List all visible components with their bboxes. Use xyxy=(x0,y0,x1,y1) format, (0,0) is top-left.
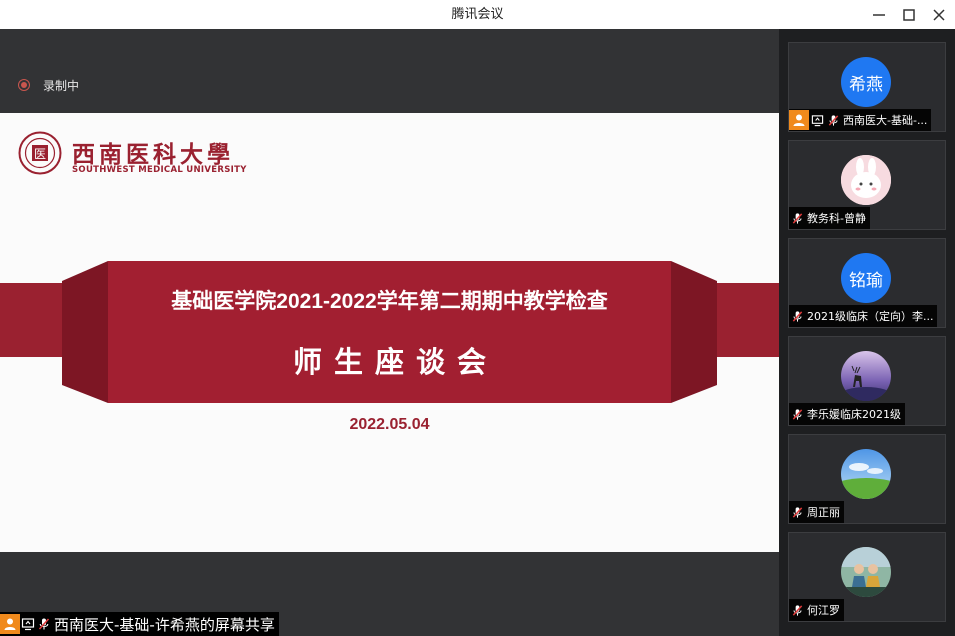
participant-tile[interactable]: 周正丽 xyxy=(788,434,946,524)
screen-share-label: 西南医大-基础-许希燕的屏幕共享 xyxy=(0,612,279,636)
recording-label: 录制中 xyxy=(43,78,80,93)
avatar: 铭瑜 xyxy=(841,253,891,303)
university-seal-icon: 医 xyxy=(18,131,62,175)
minimize-icon[interactable] xyxy=(869,5,889,25)
participant-tile[interactable]: 教务科-曾静 xyxy=(788,140,946,230)
screen-share-label-text: 西南医大-基础-许希燕的屏幕共享 xyxy=(54,615,275,634)
avatar xyxy=(841,449,891,499)
participant-namebar: 2021级临床（定向）李... xyxy=(789,305,938,327)
avatar xyxy=(841,547,891,597)
slide-subtitle: 师生座谈会 xyxy=(292,345,498,379)
participant-namebar: 周正丽 xyxy=(789,501,844,523)
deer-avatar-icon xyxy=(841,351,891,401)
sky-grass-avatar-icon xyxy=(841,449,891,499)
participant-namebar: 李乐媛临床2021级 xyxy=(789,403,905,425)
participant-name: 周正丽 xyxy=(807,506,840,519)
mic-muted-icon xyxy=(789,210,805,226)
slide-date: 2022.05.04 xyxy=(349,416,430,433)
participant-tile[interactable]: 何江罗 xyxy=(788,532,946,622)
slide-title: 基础医学院2021-2022学年第二期期中教学检查 xyxy=(171,290,608,313)
svg-text:医: 医 xyxy=(34,147,46,161)
host-user-icon xyxy=(789,110,809,130)
participant-namebar: 西南医大-基础-... xyxy=(789,109,932,131)
avatar xyxy=(841,155,891,205)
recording-indicator[interactable]: 录制中 xyxy=(18,75,79,95)
mic-muted-icon xyxy=(789,308,805,324)
avatar: 希燕 xyxy=(841,57,891,107)
title-bar: 腾讯会议 xyxy=(0,0,955,29)
mic-muted-icon xyxy=(825,112,841,128)
participant-tile[interactable]: 希燕 西南医大-基础-... xyxy=(788,42,946,132)
record-icon xyxy=(18,79,30,91)
participant-namebar: 何江罗 xyxy=(789,599,844,621)
university-logo-text: 西南医科大學 xyxy=(72,141,234,168)
close-icon[interactable] xyxy=(929,5,949,25)
participant-name: 教务科-曾静 xyxy=(807,212,866,225)
mic-muted-icon xyxy=(789,406,805,422)
maximize-icon[interactable] xyxy=(899,5,919,25)
participant-tile[interactable]: 李乐媛临床2021级 xyxy=(788,336,946,426)
participant-name: 西南医大-基础-... xyxy=(843,114,928,127)
screen-share-icon xyxy=(809,112,825,128)
mic-muted-icon xyxy=(789,602,805,618)
participant-name: 李乐媛临床2021级 xyxy=(807,408,901,421)
participant-tile[interactable]: 铭瑜 2021级临床（定向）李... xyxy=(788,238,946,328)
participant-name: 2021级临床（定向）李... xyxy=(807,310,934,323)
screen-share-icon xyxy=(20,616,36,632)
window-title: 腾讯会议 xyxy=(451,7,504,22)
host-user-icon xyxy=(0,614,20,634)
university-logo-subtitle: SOUTHWEST MEDICAL UNIVERSITY xyxy=(72,165,247,175)
participant-name: 何江罗 xyxy=(807,604,840,617)
photo-avatar-icon xyxy=(841,547,891,597)
participant-namebar: 教务科-曾静 xyxy=(789,207,870,229)
mic-muted-icon xyxy=(36,616,52,632)
shared-screen-slide[interactable]: 医 西南医科大學 SOUTHWEST MEDICAL UNIVERSITY 基础… xyxy=(0,113,779,552)
avatar xyxy=(841,351,891,401)
mic-muted-icon xyxy=(789,504,805,520)
bunny-avatar-icon xyxy=(841,155,891,205)
participants-panel: 希燕 西南医大-基础-... 教务科-曾静 铭瑜 2021级临床（定向）李...… xyxy=(779,29,955,636)
slide-banner xyxy=(0,261,779,403)
